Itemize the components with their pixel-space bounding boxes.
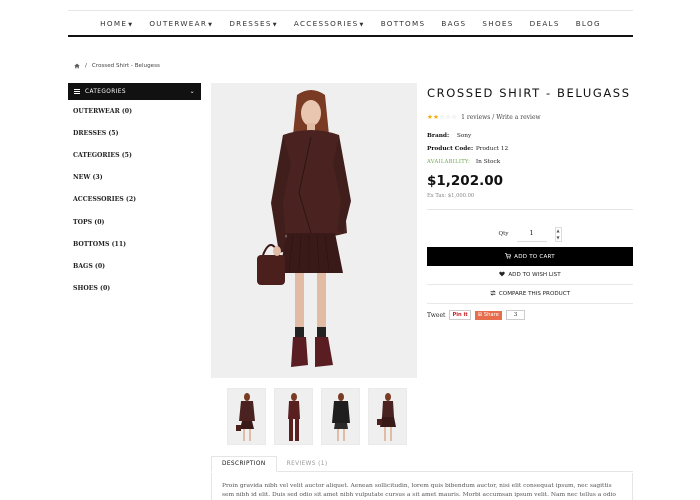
share-count: 3 (505, 310, 526, 320)
chevron-down-icon: ⌄ (189, 88, 195, 95)
nav-item-home[interactable]: HOME▼ (92, 19, 141, 28)
quantity-input[interactable] (516, 226, 547, 242)
code-value: Product 12 (475, 146, 509, 152)
rating-stars: ★★☆☆☆ (427, 113, 457, 121)
exchange-icon (490, 290, 496, 298)
chevron-up-icon[interactable]: ▲ (556, 228, 559, 233)
sidebar-category-item[interactable]: SHOES (0) (68, 278, 201, 300)
quantity-row: Qty ▲ ▼ (427, 224, 633, 244)
sidebar-category-item[interactable]: TOPS (0) (68, 211, 201, 233)
nav-item-label: HOME (100, 18, 128, 28)
add-to-cart-label: ADD TO CART (514, 253, 555, 260)
add-to-wishlist-button[interactable]: ADD TO WISH LIST (427, 266, 633, 285)
brand-label: Brand: (427, 133, 450, 139)
caret-down-icon: ▼ (208, 21, 214, 28)
share-button[interactable]: ⊞ Share (474, 310, 502, 320)
thumbnail-image[interactable] (321, 388, 360, 445)
sidebar-category-item[interactable]: BOTTOMS (11) (68, 233, 201, 255)
sidebar-category-item[interactable]: DRESSES (5) (68, 122, 201, 144)
ex-tax-price: Ex Tax: $1,000.00 (427, 193, 475, 199)
compare-label: COMPARE THIS PRODUCT (498, 291, 571, 297)
nav-item-outerwear[interactable]: OUTERWEAR▼ (141, 19, 221, 28)
nav-item-deals[interactable]: DEALS (522, 19, 568, 28)
product-description: Proin gravida nibh vel velit auctor aliq… (211, 473, 633, 500)
breadcrumb: / Crossed Shirt - Belugess (74, 63, 160, 69)
tab-reviews[interactable]: REVIEWS (1) (277, 456, 338, 471)
nav-item-dresses[interactable]: DRESSES▼ (221, 19, 286, 28)
divider (427, 209, 633, 210)
nav-item-label: ACCESSORIES (293, 18, 359, 28)
sidebar-title: CATEGORIES (85, 88, 126, 95)
nav-item-label: BOTTOMS (380, 18, 426, 28)
sidebar-category-item[interactable]: OUTERWEAR (0) (68, 100, 201, 122)
sidebar-category-item[interactable]: CATEGORIES (5) (68, 144, 201, 166)
category-list: OUTERWEAR (0) DRESSES (5) CATEGORIES (5) NE… (68, 100, 201, 300)
sidebar-header[interactable]: CATEGORIES ⌄ (68, 83, 201, 100)
code-label: Product Code: (427, 146, 474, 152)
thumbnail-image[interactable] (274, 388, 313, 445)
product-info: CROSSED SHIRT - BELUGASS ★★☆☆☆ 1 reviews… (427, 83, 633, 320)
brand-value[interactable]: Sony (457, 133, 471, 139)
caret-down-icon: ▼ (128, 21, 134, 28)
star-empty-icon: ☆ (451, 113, 458, 121)
share-plus-icon: ⊞ (477, 312, 483, 318)
category-sidebar: CATEGORIES ⌄ OUTERWEAR (0) DRESSES (5) CAT… (68, 83, 201, 300)
tab-description[interactable]: DESCRIPTION (211, 456, 277, 472)
product-price: $1,202.00 (427, 173, 504, 189)
top-navigation: HOME▼ OUTERWEAR▼ DRESSES▼ ACCESSORIES▼ BOTTO… (68, 10, 633, 37)
home-icon[interactable] (74, 63, 80, 69)
breadcrumb-current[interactable]: Crossed Shirt - Belugess (92, 63, 160, 69)
availability-value: In Stock (475, 159, 501, 165)
caret-down-icon: ▼ (272, 21, 278, 28)
nav-item-label: BLOG (575, 18, 601, 28)
sidebar-category-item[interactable]: NEW (3) (68, 167, 201, 189)
thumbnail-strip (227, 388, 407, 445)
social-share-row: Tweet Pin it ⊞ Share 3 (427, 310, 633, 320)
share-label: Share (483, 312, 499, 318)
product-rating: ★★☆☆☆ 1 reviews / Write a review (427, 113, 633, 121)
product-meta: Brand: Sony Product Code: Product 12 AVA… (427, 130, 633, 169)
main-product-image[interactable] (211, 83, 417, 378)
wishlist-label: ADD TO WISH LIST (508, 272, 561, 278)
product-title: CROSSED SHIRT - BELUGASS (427, 86, 631, 100)
cart-icon (505, 252, 512, 261)
nav-item-label: BAGS (441, 18, 467, 28)
qty-label: Qty (498, 231, 509, 237)
nav-item-accessories[interactable]: ACCESSORIES▼ (286, 19, 373, 28)
quantity-stepper[interactable]: ▲ ▼ (554, 226, 562, 242)
nav-item-label: SHOES (482, 18, 514, 28)
nav-item-label: OUTERWEAR (149, 18, 208, 28)
chevron-down-icon[interactable]: ▼ (556, 235, 559, 240)
heart-icon (499, 271, 506, 279)
nav-item-blog[interactable]: BLOG (568, 19, 609, 28)
nav-item-label: DEALS (529, 18, 560, 28)
breadcrumb-separator: / (85, 63, 87, 69)
availability-label: AVAILABILITY: (427, 159, 471, 165)
product-tabs: DESCRIPTION REVIEWS (1) (211, 456, 633, 472)
caret-down-icon: ▼ (359, 21, 365, 28)
nav-item-bottoms[interactable]: BOTTOMS (373, 19, 434, 28)
thumbnail-image[interactable] (368, 388, 407, 445)
nav-item-shoes[interactable]: SHOES (474, 19, 521, 28)
add-to-cart-button[interactable]: ADD TO CART (427, 247, 633, 266)
sidebar-category-item[interactable]: BAGS (0) (68, 255, 201, 277)
reviews-link[interactable]: 1 reviews / Write a review (461, 114, 541, 121)
thumbnail-image[interactable] (227, 388, 266, 445)
nav-item-label: DRESSES (229, 18, 272, 28)
tweet-button[interactable]: Tweet (427, 312, 445, 319)
sidebar-category-item[interactable]: ACCESSORIES (2) (68, 189, 201, 211)
pinterest-button[interactable]: Pin it (449, 310, 471, 320)
compare-product-button[interactable]: COMPARE THIS PRODUCT (427, 285, 633, 304)
menu-icon (74, 89, 80, 94)
nav-item-bags[interactable]: BAGS (433, 19, 474, 28)
